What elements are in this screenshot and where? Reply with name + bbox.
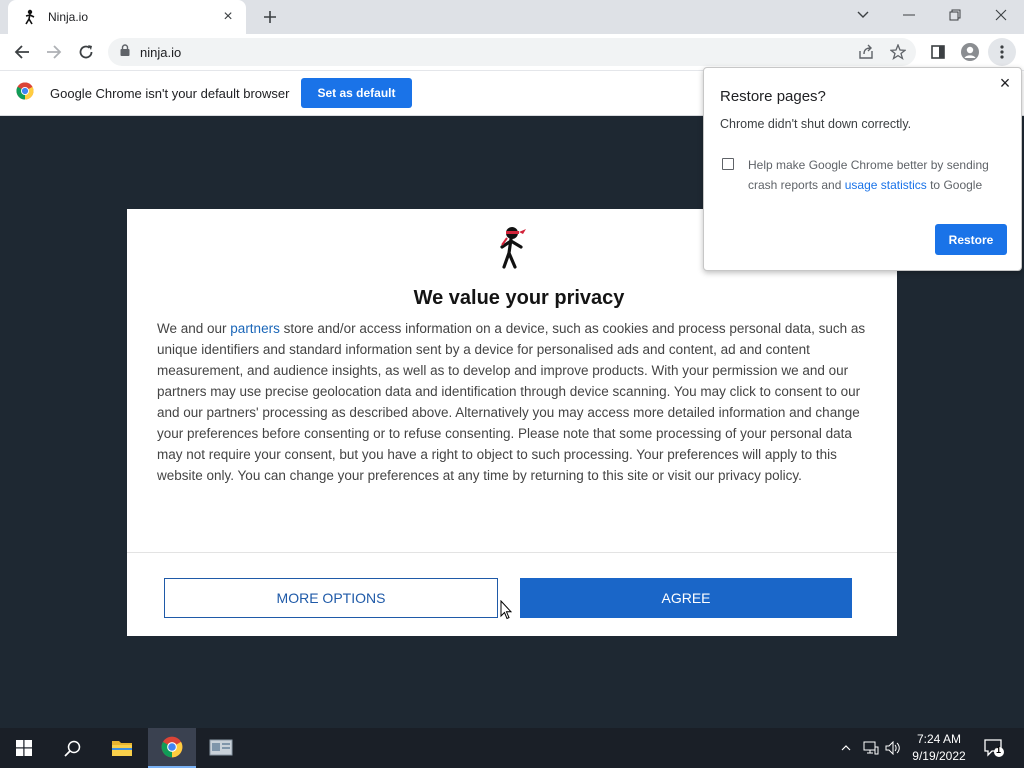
mouse-cursor-icon xyxy=(500,599,513,620)
clock-date: 9/19/2022 xyxy=(912,749,966,763)
ninja-favicon-icon xyxy=(22,9,38,25)
chrome-logo-icon xyxy=(16,81,34,105)
set-as-default-button[interactable]: Set as default xyxy=(301,78,412,108)
forward-icon[interactable] xyxy=(40,38,68,66)
restore-close-icon[interactable]: × xyxy=(997,74,1013,92)
tab-ninja[interactable]: Ninja.io × xyxy=(8,0,246,34)
partners-link[interactable]: partners xyxy=(230,321,280,336)
usage-stats-label-suffix: to Google xyxy=(926,178,983,192)
reload-icon[interactable] xyxy=(72,38,100,66)
consent-divider xyxy=(127,552,897,553)
infobar-message: Google Chrome isn't your default browser xyxy=(50,85,290,101)
more-options-button[interactable]: MORE OPTIONS xyxy=(164,578,498,618)
consent-title: We value your privacy xyxy=(413,287,625,309)
restore-message: Chrome didn't shut down correctly. xyxy=(720,117,912,131)
back-icon[interactable] xyxy=(8,38,36,66)
restore-window-icon[interactable] xyxy=(932,0,978,30)
lock-icon[interactable] xyxy=(120,43,130,61)
address-bar[interactable]: ninja.io xyxy=(108,38,916,66)
side-panel-icon[interactable] xyxy=(924,38,952,66)
tab-search-chevron-icon[interactable] xyxy=(840,0,886,30)
close-window-icon[interactable] xyxy=(978,0,1024,30)
restore-button[interactable]: Restore xyxy=(935,224,1007,255)
search-icon[interactable] xyxy=(48,728,96,768)
share-icon[interactable] xyxy=(852,38,880,66)
taskbar-chrome-icon[interactable] xyxy=(148,728,196,768)
url-text: ninja.io xyxy=(140,44,182,60)
windows-start-icon[interactable] xyxy=(0,728,48,768)
minimize-icon[interactable] xyxy=(886,0,932,30)
usage-stats-checkbox[interactable] xyxy=(722,158,734,170)
notification-count-badge: 1 xyxy=(996,745,1002,755)
browser-toolbar: ninja.io xyxy=(0,34,1024,71)
show-hidden-icons-chevron-icon[interactable] xyxy=(838,728,854,768)
bookmark-star-icon[interactable] xyxy=(884,38,912,66)
consent-body: We and our partners store and/or access … xyxy=(157,318,872,486)
windows-taskbar: 7:24 AM 9/19/2022 1 xyxy=(0,728,1024,768)
chrome-menu-icon[interactable] xyxy=(988,38,1016,66)
restore-title: Restore pages? xyxy=(720,88,826,105)
taskbar-app-icon[interactable] xyxy=(197,728,245,768)
ninja-logo-icon xyxy=(493,223,533,275)
volume-icon[interactable] xyxy=(884,728,902,768)
restore-pages-bubble: × Restore pages? Chrome didn't shut down… xyxy=(703,67,1022,271)
tab-strip: Ninja.io × xyxy=(0,0,1024,34)
consent-body-intro: We and our xyxy=(157,321,231,336)
taskbar-clock[interactable]: 7:24 AM 9/19/2022 xyxy=(904,731,974,765)
tab-close-icon[interactable]: × xyxy=(220,9,236,25)
usage-stats-label: Help make Google Chrome better by sendin… xyxy=(748,155,1008,195)
tab-title: Ninja.io xyxy=(48,10,89,24)
privacy-consent-dialog: We value your privacy We and our partner… xyxy=(127,209,897,636)
network-icon[interactable] xyxy=(862,728,880,768)
agree-button[interactable]: AGREE xyxy=(520,578,852,618)
consent-body-text: store and/or access information on a dev… xyxy=(157,321,866,483)
profile-avatar-icon[interactable] xyxy=(956,38,984,66)
new-tab-icon[interactable] xyxy=(258,5,282,29)
clock-time: 7:24 AM xyxy=(916,732,962,746)
notification-center-icon[interactable]: 1 xyxy=(982,728,1006,768)
file-explorer-icon[interactable] xyxy=(98,728,146,768)
usage-statistics-link[interactable]: usage statistics xyxy=(845,178,927,192)
